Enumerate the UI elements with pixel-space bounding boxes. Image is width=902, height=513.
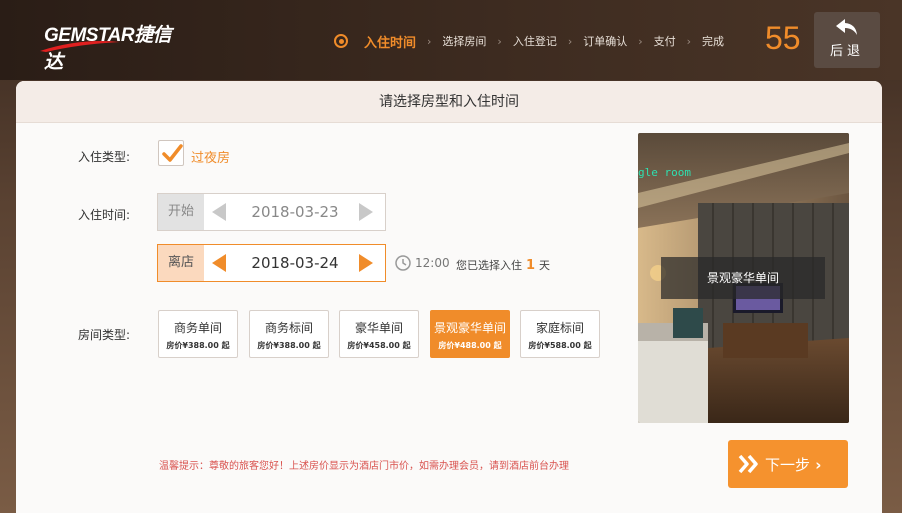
overnight-label[interactable]: 过夜房 xyxy=(191,147,230,166)
room-name: 景观豪华单间 xyxy=(433,321,506,335)
back-arrow-icon xyxy=(836,19,857,35)
nights-summary: 您已选择入住 1 天 xyxy=(456,257,550,273)
room-option-family-twin[interactable]: 家庭标间 房价¥588.00 起 xyxy=(520,310,600,358)
room-price: 房价¥458.00 起 xyxy=(347,341,411,350)
checkout-tag: 离店 xyxy=(158,245,204,281)
back-label: 后退 xyxy=(829,44,864,59)
step-chevron-icon: › xyxy=(686,34,692,48)
overnight-checkbox[interactable] xyxy=(158,140,184,166)
nights-count: 1 xyxy=(526,258,536,273)
room-price: 房价¥488.00 起 xyxy=(438,341,502,350)
start-date-picker: 开始 2018-03-23 xyxy=(157,193,386,231)
next-step-button[interactable]: 下一步 xyxy=(728,440,848,488)
photo-overlay-text: gle room xyxy=(638,166,691,179)
start-tag: 开始 xyxy=(158,194,204,230)
panel-header: 请选择房型和入住时间 xyxy=(16,81,882,123)
booking-panel: 请选择房型和入住时间 入住类型: 过夜房 入住时间: 开始 2018-03-23… xyxy=(16,81,882,513)
page-title: 请选择房型和入住时间 xyxy=(379,94,519,110)
room-price: 房价¥588.00 起 xyxy=(528,341,592,350)
room-photo-caption: 景观豪华单间 xyxy=(661,257,825,299)
back-button[interactable]: 后退 xyxy=(814,12,880,68)
step-checkin-time: 入住时间 xyxy=(364,35,417,51)
room-option-deluxe-single[interactable]: 豪华单间 房价¥458.00 起 xyxy=(339,310,419,358)
checkout-time: 12:00 xyxy=(415,256,450,270)
checkout-date-next-icon[interactable] xyxy=(359,254,373,272)
step-chevron-icon: › xyxy=(427,34,432,48)
step-chevron-icon: › xyxy=(567,34,573,48)
room-price: 房价¥388.00 起 xyxy=(166,341,230,350)
progress-steps: 入住时间 › 选择房间 › 入住登记 › 订单确认 › 支付 › 完成 xyxy=(334,30,724,52)
room-name: 家庭标间 xyxy=(535,321,584,335)
room-option-business-single[interactable]: 商务单间 房价¥388.00 起 xyxy=(158,310,238,358)
nights-prefix: 您已选择入住 xyxy=(456,259,522,272)
double-chevron-right-icon xyxy=(738,454,758,474)
notice-text: 温馨提示：尊敬的旅客您好！上述房价显示为酒店门市价，如需办理会员，请到酒店前台办… xyxy=(159,461,569,472)
checkout-date-value: 2018-03-24 xyxy=(251,254,339,272)
room-type-label: 房间类型: xyxy=(78,328,131,342)
room-name: 豪华单间 xyxy=(354,321,403,335)
step-order-confirm: 订单确认 xyxy=(583,35,628,48)
step-chevron-icon: › xyxy=(638,34,643,48)
checkout-date-picker: 离店 2018-03-24 xyxy=(157,244,386,282)
checkout-date-prev-icon[interactable] xyxy=(212,254,226,272)
checkin-time-label: 入住时间: xyxy=(78,208,131,222)
current-step-icon xyxy=(334,34,348,48)
room-name: 商务单间 xyxy=(173,321,222,335)
logo-swoosh-icon xyxy=(40,41,120,52)
room-photo: gle room 景观豪华单间 xyxy=(638,133,849,423)
step-payment: 支付 xyxy=(653,35,676,48)
step-chevron-icon: › xyxy=(497,34,502,48)
gemstar-logo: GEMSTAR捷信达 xyxy=(40,18,180,73)
checkmark-icon xyxy=(162,144,183,162)
clock-icon xyxy=(395,255,411,271)
step-choose-room: 选择房间 xyxy=(442,35,487,48)
start-date-value: 2018-03-23 xyxy=(251,203,339,221)
start-date-next-icon[interactable] xyxy=(359,203,373,221)
start-date-prev-icon[interactable] xyxy=(212,203,226,221)
top-bar: GEMSTAR捷信达 入住时间 › 选择房间 › 入住登记 › 订单确认 › 支… xyxy=(0,0,902,80)
step-registration: 入住登记 xyxy=(512,35,557,48)
checkin-type-label: 入住类型: xyxy=(78,150,131,164)
countdown-timer: 55 xyxy=(765,20,801,56)
room-name: 商务标间 xyxy=(264,321,313,335)
room-option-business-twin[interactable]: 商务标间 房价¥388.00 起 xyxy=(249,310,329,358)
nights-suffix: 天 xyxy=(539,259,551,272)
room-price: 房价¥388.00 起 xyxy=(257,341,321,350)
next-step-label: 下一步 xyxy=(765,454,821,475)
step-complete: 完成 xyxy=(702,35,725,48)
room-option-view-deluxe-single[interactable]: 景观豪华单间 房价¥488.00 起 xyxy=(430,310,510,358)
